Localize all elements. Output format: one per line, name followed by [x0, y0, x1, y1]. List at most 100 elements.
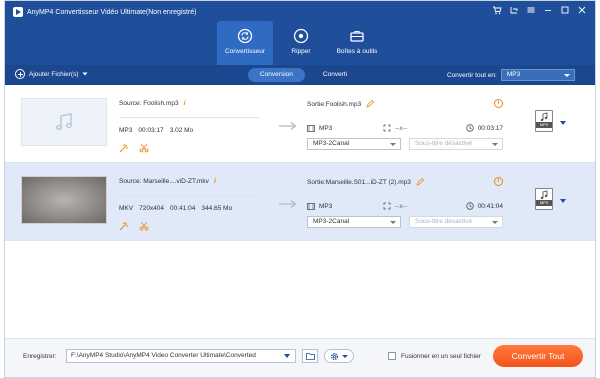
output-resolution: --x-- — [383, 124, 459, 132]
disc-icon — [292, 27, 310, 45]
tab-toolbox[interactable]: Boîtes à outils — [329, 21, 385, 65]
edit-effects-icon[interactable] — [119, 221, 129, 231]
music-note-icon — [540, 112, 548, 122]
convert-all-button[interactable]: Convertir Tout — [493, 345, 583, 367]
output-duration-text: 00:41:04 — [477, 202, 503, 210]
source-text: Source: Marseille....viD-ZT.mkv — [119, 178, 209, 185]
tab-label: Ripper — [291, 48, 311, 55]
clock-icon — [465, 124, 474, 132]
toolbox-icon — [348, 27, 366, 45]
file-list: Source: Foolish.mp3 i MP3 00:03:17 3.02 … — [5, 85, 595, 241]
output-text: Sortie:Marseille.S01...iD-ZT (2).mp3 — [307, 178, 411, 186]
audio-track-select[interactable]: MP3-2Canal — [307, 138, 401, 150]
tab-label: Convertisseur — [224, 48, 266, 55]
source-size: 344.65 Mo — [201, 205, 233, 212]
add-files-label: Ajouter Fichier(s) — [29, 70, 79, 78]
source-duration: 00:03:17 — [138, 127, 164, 134]
format-badge: MP3 — [536, 200, 552, 206]
output-info-icon[interactable]: i — [494, 177, 503, 186]
output-duration: 00:03:17 — [459, 124, 503, 132]
user-key-icon[interactable] — [509, 5, 519, 17]
output-format: MP3 — [307, 203, 383, 210]
window-controls — [492, 5, 587, 17]
add-files-button[interactable]: Ajouter Fichier(s) — [15, 69, 88, 79]
audio-track-select[interactable]: MP3-2Canal — [307, 216, 401, 228]
output-duration-text: 00:03:17 — [477, 124, 503, 132]
tab-ripper[interactable]: Ripper — [273, 21, 329, 65]
resize-icon — [383, 124, 391, 132]
output-format-button[interactable]: MP3 — [535, 110, 553, 132]
add-icon — [15, 69, 25, 79]
tab-conversion[interactable]: Conversion — [248, 68, 305, 82]
resize-icon — [383, 202, 391, 210]
output-format: MP3 — [307, 125, 383, 132]
info-icon[interactable]: i — [184, 100, 186, 107]
save-path-select[interactable]: F:\AnyMP4 Studio\AnyMP4 Video Converter … — [66, 349, 296, 363]
output-resolution-text: --x-- — [395, 202, 407, 210]
file-row[interactable]: Source: Foolish.mp3 i MP3 00:03:17 3.02 … — [5, 85, 595, 163]
tab-convertisseur[interactable]: Convertisseur — [217, 21, 273, 65]
convert-all-format: Convertir tout en: MP3 — [447, 69, 575, 81]
edit-effects-icon[interactable] — [119, 143, 129, 153]
source-format: MP3 — [119, 127, 133, 134]
chevron-down-icon — [82, 72, 88, 76]
main-nav: Convertisseur Ripper Boîtes à outils — [217, 21, 385, 65]
output-text: Sortie:Foolish.mp3 — [307, 100, 362, 108]
conversion-tabs: Conversion Converti — [248, 68, 359, 82]
toolbar: Ajouter Fichier(s) Conversion Converti C… — [5, 65, 595, 85]
pencil-icon[interactable] — [416, 178, 424, 186]
file-row[interactable]: Source: Marseille....viD-ZT.mkv i MKV 72… — [5, 163, 595, 241]
info-icon[interactable]: i — [214, 178, 216, 185]
arrow-right-icon — [279, 121, 299, 133]
output-name: Sortie:Foolish.mp3 — [307, 100, 375, 108]
chevron-down-icon[interactable] — [560, 199, 566, 203]
music-note-icon — [56, 113, 72, 130]
arrow-right-icon — [279, 199, 299, 211]
settings-button[interactable] — [324, 349, 354, 363]
output-resolution: --x-- — [383, 202, 459, 210]
scissors-icon[interactable] — [139, 221, 149, 231]
source-resolution: 720x404 — [139, 205, 165, 212]
film-icon — [307, 124, 315, 132]
divider — [119, 195, 259, 196]
output-format-text: MP3 — [319, 202, 333, 210]
maximize-icon[interactable] — [560, 5, 570, 17]
output-resolution-text: --x-- — [395, 124, 407, 132]
menu-icon[interactable] — [526, 5, 536, 17]
subtitle-select[interactable]: Sous-titre désactivé — [409, 216, 503, 228]
open-folder-button[interactable] — [302, 349, 318, 363]
source-duration: 00:41:04 — [170, 205, 196, 212]
format-badge: MP3 — [536, 122, 552, 128]
app-logo-icon — [13, 7, 23, 17]
convert-icon — [236, 27, 254, 45]
cart-icon[interactable] — [492, 5, 502, 17]
merge-checkbox[interactable] — [388, 352, 396, 360]
source-size: 3.02 Mo — [169, 127, 194, 134]
footer-bar: Enregistrer: F:\AnyMP4 Studio\AnyMP4 Vid… — [5, 338, 595, 377]
pencil-icon[interactable] — [366, 100, 375, 108]
output-info-icon[interactable]: i — [494, 99, 503, 108]
output-name: Sortie:Marseille.S01...iD-ZT (2).mp3 — [307, 178, 424, 186]
title-bar: AnyMP4 Convertisseur Vidéo Ultimate(Non … — [13, 7, 197, 17]
minimize-icon[interactable] — [543, 5, 553, 17]
tab-converti[interactable]: Converti — [311, 68, 359, 82]
video-thumbnail — [21, 176, 107, 224]
row-actions — [119, 143, 149, 153]
merge-option[interactable]: Fusionner en un seul fichier — [388, 352, 481, 360]
gear-icon — [331, 352, 338, 360]
scissors-icon[interactable] — [139, 143, 149, 153]
source-meta: MP3 00:03:17 3.02 Mo — [119, 127, 193, 134]
audio-thumbnail — [21, 98, 107, 146]
convert-all-select[interactable]: MP3 — [500, 69, 575, 81]
source-text: Source: Foolish.mp3 — [119, 100, 179, 107]
music-note-icon — [540, 190, 548, 200]
output-duration: 00:41:04 — [459, 202, 503, 210]
close-icon[interactable] — [577, 5, 587, 17]
subtitle-select[interactable]: Sous-titre désactivé — [409, 138, 503, 150]
source-name: Source: Marseille....viD-ZT.mkv i — [119, 178, 216, 185]
convert-all-label: Convertir tout en: — [447, 71, 497, 79]
output-format-button[interactable]: MP3 — [535, 188, 553, 210]
output-format-text: MP3 — [319, 124, 333, 132]
source-meta: MKV 720x404 00:41:04 344.65 Mo — [119, 205, 232, 212]
chevron-down-icon[interactable] — [560, 121, 566, 125]
